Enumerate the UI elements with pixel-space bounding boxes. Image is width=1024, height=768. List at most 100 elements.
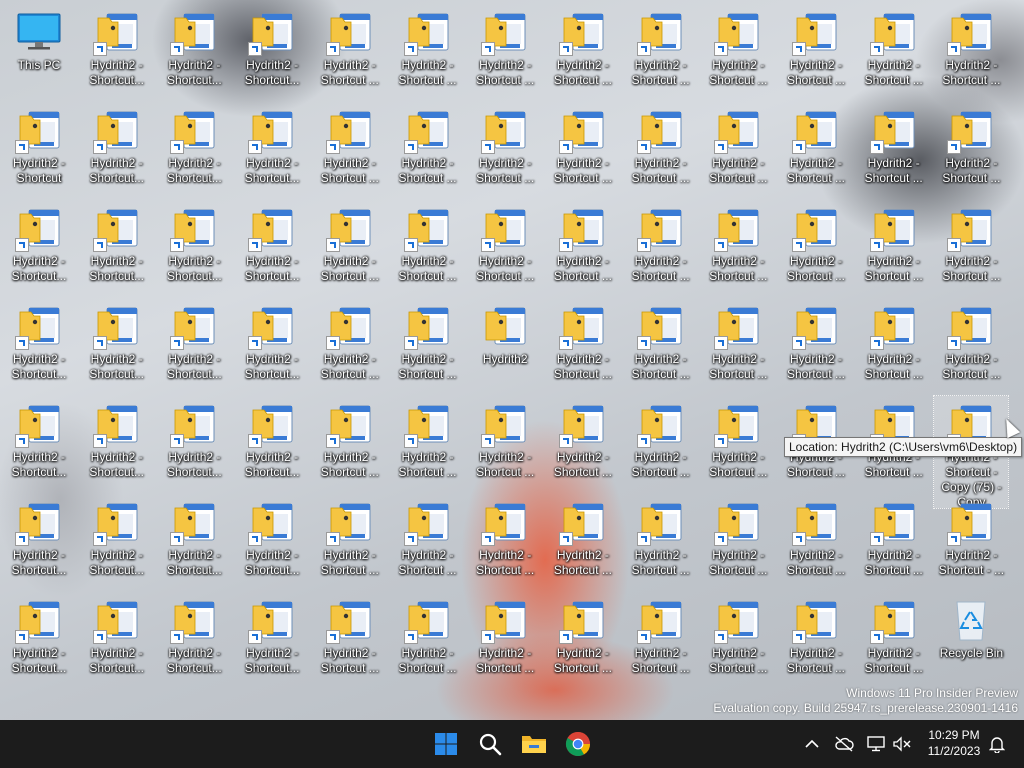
hydrith2-shortcut-desktop-icon[interactable]: Hydrith2 - Shortcut ... — [391, 4, 465, 98]
hydrith2-shortcut-desktop-icon[interactable]: Hydrith2 - Shortcut... — [80, 592, 154, 686]
hydrith2-shortcut-desktop-icon[interactable]: Hydrith2 - Shortcut ... — [624, 592, 698, 686]
hydrith2-shortcut-desktop-icon[interactable]: Hydrith2 - Shortcut ... — [701, 592, 775, 686]
chrome-button[interactable] — [560, 726, 596, 762]
hydrith2-shortcut-desktop-icon[interactable]: Hydrith2 - Shortcut ... — [779, 102, 853, 196]
hydrith2-shortcut-desktop-icon[interactable]: Hydrith2 - Shortcut... — [80, 298, 154, 392]
hydrith2-shortcut-desktop-icon[interactable]: Hydrith2 - Shortcut ... — [546, 200, 620, 294]
hydrith2-shortcut-desktop-icon[interactable]: Hydrith2 - Shortcut... — [2, 396, 76, 490]
hydrith2-shortcut-desktop-icon[interactable]: Hydrith2 - Shortcut... — [80, 494, 154, 588]
hydrith2-shortcut-desktop-icon[interactable]: Hydrith2 - Shortcut... — [235, 592, 309, 686]
hydrith2-shortcut-desktop-icon[interactable]: Hydrith2 - Shortcut ... — [391, 200, 465, 294]
hydrith2-shortcut-desktop-icon[interactable]: Hydrith2 - Shortcut ... — [779, 4, 853, 98]
hydrith2-shortcut-desktop-icon[interactable]: Hydrith2 - Shortcut ... — [313, 494, 387, 588]
hydrith2-shortcut-desktop-icon[interactable]: Hydrith2 - Shortcut ... — [468, 494, 542, 588]
hydrith2-shortcut-desktop-icon[interactable]: Hydrith2 - Shortcut... — [157, 4, 231, 98]
hydrith2-shortcut-desktop-icon[interactable]: Hydrith2 - Shortcut ... — [313, 102, 387, 196]
hydrith2-shortcut-desktop-icon[interactable]: Hydrith2 - Shortcut ... — [934, 200, 1008, 294]
hydrith2-shortcut-desktop-icon[interactable]: Hydrith2 - Shortcut - ... — [934, 494, 1008, 588]
hydrith2-shortcut-desktop-icon[interactable]: Hydrith2 - Shortcut... — [157, 102, 231, 196]
hydrith2-shortcut-desktop-icon[interactable]: Hydrith2 - Shortcut... — [235, 396, 309, 490]
hydrith2-shortcut-desktop-icon[interactable]: Hydrith2 - Shortcut ... — [779, 592, 853, 686]
network-tray-button[interactable] — [864, 732, 888, 756]
hydrith2-shortcut-desktop-icon[interactable]: Hydrith2 - Shortcut ... — [779, 200, 853, 294]
hydrith2-desktop-icon[interactable]: Hydrith2 — [468, 298, 542, 392]
icon-label-line1: Hydrith2 - — [556, 254, 609, 268]
hydrith2-shortcut-desktop-icon[interactable]: Hydrith2 - Shortcut... — [235, 102, 309, 196]
hydrith2-shortcut-desktop-icon[interactable]: Hydrith2 - Shortcut ... — [468, 396, 542, 490]
this-pc-desktop-icon[interactable]: This PC — [2, 4, 76, 98]
hydrith2-shortcut-desktop-icon[interactable]: Hydrith2 - Shortcut ... — [934, 298, 1008, 392]
hydrith2-shortcut-desktop-icon[interactable]: Hydrith2 - Shortcut... — [157, 200, 231, 294]
hydrith2-shortcut-desktop-icon[interactable]: Hydrith2 - Shortcut ... — [624, 298, 698, 392]
show-hidden-icons-button[interactable] — [800, 732, 824, 756]
hydrith2-shortcut-desktop-icon[interactable]: Hydrith2 - Shortcut — [2, 102, 76, 196]
hydrith2-shortcut-desktop-icon[interactable]: Hydrith2 - Shortcut ... — [857, 4, 931, 98]
onedrive-tray-button[interactable] — [832, 732, 856, 756]
hydrith2-shortcut-desktop-icon[interactable]: Hydrith2 - Shortcut ... — [701, 4, 775, 98]
hydrith2-shortcut-desktop-icon[interactable]: Hydrith2 - Shortcut... — [2, 200, 76, 294]
hydrith2-shortcut-desktop-icon[interactable]: Hydrith2 - Shortcut ... — [701, 298, 775, 392]
hydrith2-shortcut-desktop-icon[interactable]: Hydrith2 - Shortcut... — [2, 494, 76, 588]
hydrith2-shortcut-desktop-icon[interactable]: Hydrith2 - Shortcut ... — [468, 102, 542, 196]
hydrith2-shortcut-desktop-icon[interactable]: Hydrith2 - Shortcut... — [80, 200, 154, 294]
recycle-bin-desktop-icon[interactable]: Recycle Bin — [934, 592, 1008, 686]
hydrith2-shortcut-desktop-icon[interactable]: Hydrith2 - Shortcut ... — [391, 298, 465, 392]
hydrith2-shortcut-desktop-icon[interactable]: Hydrith2 - Shortcut... — [157, 298, 231, 392]
hydrith2-shortcut-desktop-icon[interactable]: Hydrith2 - Shortcut ... — [624, 396, 698, 490]
hydrith2-shortcut-desktop-icon[interactable]: Hydrith2 - Shortcut ... — [313, 396, 387, 490]
hydrith2-shortcut-desktop-icon[interactable]: Hydrith2 - Shortcut... — [2, 298, 76, 392]
hydrith2-shortcut-desktop-icon[interactable]: Hydrith2 - Shortcut ... — [701, 102, 775, 196]
hydrith2-shortcut-desktop-icon[interactable]: Hydrith2 - Shortcut... — [235, 494, 309, 588]
hydrith2-shortcut-desktop-icon[interactable]: Hydrith2 - Shortcut ... — [468, 4, 542, 98]
hydrith2-shortcut-desktop-icon[interactable]: Hydrith2 - Shortcut... — [235, 298, 309, 392]
hydrith2-shortcut-desktop-icon[interactable]: Hydrith2 - Shortcut ... — [779, 494, 853, 588]
hydrith2-shortcut-desktop-icon[interactable]: Hydrith2 - Shortcut ... — [391, 102, 465, 196]
hydrith2-shortcut-desktop-icon[interactable]: Hydrith2 - Shortcut ... — [701, 200, 775, 294]
file-explorer-button[interactable] — [516, 726, 552, 762]
hydrith2-shortcut-desktop-icon[interactable]: Hydrith2 - Shortcut... — [80, 4, 154, 98]
hydrith2-shortcut-desktop-icon[interactable]: Hydrith2 - Shortcut ... — [313, 592, 387, 686]
hydrith2-shortcut-desktop-icon[interactable]: Hydrith2 - Shortcut ... — [468, 200, 542, 294]
hydrith2-shortcut-desktop-icon[interactable]: Hydrith2 - Shortcut ... — [701, 396, 775, 490]
hydrith2-shortcut-desktop-icon[interactable]: Hydrith2 - Shortcut... — [157, 592, 231, 686]
start-button[interactable] — [428, 726, 464, 762]
desktop[interactable]: This PC Hydrith2 - Shortcut... Hydrith2 - Sh… — [0, 0, 1024, 720]
hydrith2-shortcut-desktop-icon[interactable]: Hydrith2 - Shortcut ... — [857, 200, 931, 294]
hydrith2-shortcut-desktop-icon[interactable]: Hydrith2 - Shortcut... — [235, 200, 309, 294]
hydrith2-shortcut-desktop-icon[interactable]: Hydrith2 - Shortcut... — [235, 4, 309, 98]
notifications-button[interactable] — [985, 732, 1009, 756]
hydrith2-shortcut-desktop-icon[interactable]: Hydrith2 - Shortcut ... — [857, 494, 931, 588]
hydrith2-shortcut-desktop-icon[interactable]: Hydrith2 - Shortcut ... — [546, 4, 620, 98]
hydrith2-shortcut-desktop-icon[interactable]: Hydrith2 - Shortcut ... — [934, 4, 1008, 98]
hydrith2-shortcut-desktop-icon[interactable]: Hydrith2 - Shortcut ... — [701, 494, 775, 588]
hydrith2-shortcut-desktop-icon[interactable]: Hydrith2 - Shortcut ... — [624, 494, 698, 588]
hydrith2-shortcut-desktop-icon[interactable]: Hydrith2 - Shortcut ... — [313, 4, 387, 98]
hydrith2-shortcut-desktop-icon[interactable]: Hydrith2 - Shortcut... — [157, 494, 231, 588]
hydrith2-shortcut-desktop-icon[interactable]: Hydrith2 - Shortcut... — [2, 592, 76, 686]
hydrith2-shortcut-desktop-icon[interactable]: Hydrith2 - Shortcut... — [80, 396, 154, 490]
hydrith2-shortcut-desktop-icon[interactable]: Hydrith2 - Shortcut ... — [934, 102, 1008, 196]
hydrith2-shortcut-desktop-icon[interactable]: Hydrith2 - Shortcut ... — [546, 396, 620, 490]
search-button[interactable] — [472, 726, 508, 762]
hydrith2-shortcut-desktop-icon[interactable]: Hydrith2 - Shortcut ... — [546, 494, 620, 588]
hydrith2-shortcut-desktop-icon[interactable]: Hydrith2 - Shortcut... — [157, 396, 231, 490]
volume-tray-button[interactable] — [890, 732, 914, 756]
hydrith2-shortcut-desktop-icon[interactable]: Hydrith2 - Shortcut ... — [391, 494, 465, 588]
hydrith2-shortcut-desktop-icon[interactable]: Hydrith2 - Shortcut ... — [779, 298, 853, 392]
hydrith2-shortcut-desktop-icon[interactable]: Hydrith2 - Shortcut ... — [857, 298, 931, 392]
hydrith2-shortcut-desktop-icon[interactable]: Hydrith2 - Shortcut ... — [313, 200, 387, 294]
hydrith2-shortcut-desktop-icon[interactable]: Hydrith2 - Shortcut ... — [468, 592, 542, 686]
hydrith2-shortcut-desktop-icon[interactable]: Hydrith2 - Shortcut ... — [313, 298, 387, 392]
hydrith2-shortcut-desktop-icon[interactable]: Hydrith2 - Shortcut... — [80, 102, 154, 196]
hydrith2-shortcut-desktop-icon[interactable]: Hydrith2 - Shortcut ... — [624, 200, 698, 294]
hydrith2-shortcut-desktop-icon[interactable]: Hydrith2 - Shortcut ... — [546, 592, 620, 686]
hydrith2-shortcut-desktop-icon[interactable]: Hydrith2 - Shortcut ... — [546, 298, 620, 392]
hydrith2-shortcut-desktop-icon[interactable]: Hydrith2 - Shortcut ... — [624, 4, 698, 98]
hydrith2-shortcut-desktop-icon[interactable]: Hydrith2 - Shortcut ... — [624, 102, 698, 196]
hydrith2-shortcut-desktop-icon[interactable]: Hydrith2 - Shortcut ... — [857, 102, 931, 196]
hydrith2-shortcut-desktop-icon[interactable]: Hydrith2 - Shortcut ... — [391, 592, 465, 686]
hydrith2-shortcut-desktop-icon[interactable]: Hydrith2 - Shortcut ... — [391, 396, 465, 490]
hydrith2-shortcut-desktop-icon[interactable]: Hydrith2 - Shortcut ... — [546, 102, 620, 196]
taskbar-clock[interactable]: 10:29 PM 11/2/2023 — [918, 727, 990, 759]
hydrith2-shortcut-desktop-icon[interactable]: Hydrith2 - Shortcut ... — [857, 592, 931, 686]
